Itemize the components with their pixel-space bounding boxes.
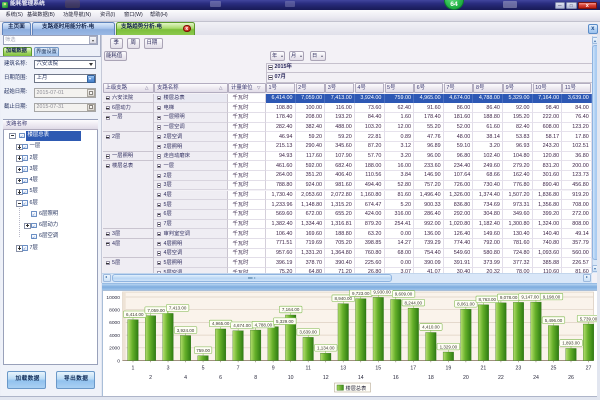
svg-text:1,134.00: 1,134.00 xyxy=(317,346,335,351)
svg-text:9,198.00: 9,198.00 xyxy=(543,295,561,300)
svg-text:22: 22 xyxy=(498,375,504,381)
svg-text:6,414.00: 6,414.00 xyxy=(126,312,144,317)
svg-text:14: 14 xyxy=(358,375,364,381)
svg-text:17: 17 xyxy=(410,366,416,372)
svg-text:9,078.00: 9,078.00 xyxy=(500,295,518,300)
svg-text:25: 25 xyxy=(550,366,556,372)
svg-text:13: 13 xyxy=(340,366,346,372)
svg-text:2000: 2000 xyxy=(109,346,120,352)
svg-text:8,763.00: 8,763.00 xyxy=(478,297,496,302)
svg-text:8,061.00: 8,061.00 xyxy=(457,302,475,307)
svg-text:19: 19 xyxy=(445,366,451,372)
svg-text:1,329.00: 1,329.00 xyxy=(439,345,457,350)
svg-text:7,413.00: 7,413.00 xyxy=(169,306,187,311)
svg-text:7: 7 xyxy=(236,366,239,372)
svg-text:4: 4 xyxy=(184,375,187,381)
svg-text:9,930.00: 9,930.00 xyxy=(373,290,391,295)
svg-text:21: 21 xyxy=(480,366,486,372)
svg-text:0: 0 xyxy=(117,359,120,365)
svg-text:4,410.00: 4,410.00 xyxy=(422,325,440,330)
svg-text:5,329.00: 5,329.00 xyxy=(276,319,294,324)
svg-text:20: 20 xyxy=(463,375,469,381)
svg-text:2: 2 xyxy=(149,375,152,381)
svg-text:27: 27 xyxy=(585,366,591,372)
svg-text:10: 10 xyxy=(288,375,294,381)
svg-text:9: 9 xyxy=(272,366,275,372)
svg-text:9,723.00: 9,723.00 xyxy=(352,291,370,296)
svg-text:1,893.00: 1,893.00 xyxy=(562,341,580,346)
svg-text:9,147.00: 9,147.00 xyxy=(521,295,539,300)
svg-text:18: 18 xyxy=(428,375,434,381)
svg-text:4,965.00: 4,965.00 xyxy=(212,322,230,327)
svg-text:4,788.00: 4,788.00 xyxy=(254,323,272,328)
svg-text:8: 8 xyxy=(254,375,257,381)
svg-text:7,059.00: 7,059.00 xyxy=(147,308,165,313)
svg-text:26: 26 xyxy=(568,375,574,381)
svg-text:6000: 6000 xyxy=(109,321,120,327)
svg-text:3,639.00: 3,639.00 xyxy=(299,330,317,335)
svg-text:8,244.00: 8,244.00 xyxy=(404,301,422,306)
svg-text:3,924.00: 3,924.00 xyxy=(177,328,195,333)
svg-text:4000: 4000 xyxy=(109,333,120,339)
svg-text:楼层总表: 楼层总表 xyxy=(345,384,367,392)
svg-text:24: 24 xyxy=(533,375,539,381)
svg-text:4,674.00: 4,674.00 xyxy=(233,323,251,328)
svg-text:5,496.00: 5,496.00 xyxy=(545,318,563,323)
svg-text:10000: 10000 xyxy=(106,295,120,301)
svg-text:15: 15 xyxy=(375,366,381,372)
svg-text:9,609.00: 9,609.00 xyxy=(395,292,413,297)
svg-text:12: 12 xyxy=(323,375,329,381)
svg-text:8000: 8000 xyxy=(109,308,120,314)
svg-text:6: 6 xyxy=(219,375,222,381)
svg-text:5: 5 xyxy=(201,366,204,372)
svg-text:23: 23 xyxy=(515,366,521,372)
svg-text:1: 1 xyxy=(131,366,134,372)
svg-text:7,164.00: 7,164.00 xyxy=(282,308,300,313)
svg-text:5,739.00: 5,739.00 xyxy=(580,317,597,322)
svg-text:3: 3 xyxy=(166,366,169,372)
svg-text:11: 11 xyxy=(305,366,310,372)
svg-text:759.00: 759.00 xyxy=(196,348,210,353)
svg-text:16: 16 xyxy=(393,375,399,381)
